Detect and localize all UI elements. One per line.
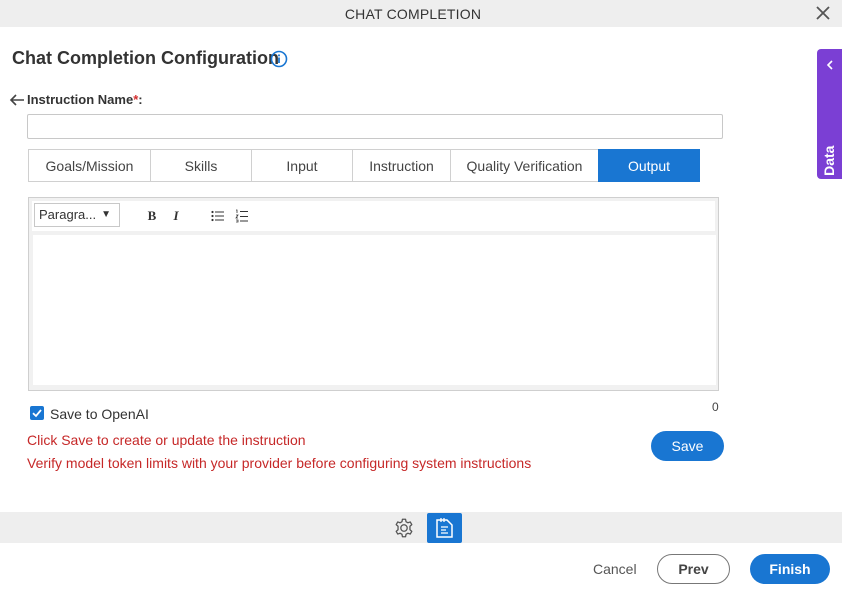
document-icon <box>436 518 453 538</box>
tab-output[interactable]: Output <box>598 149 700 182</box>
checkbox-checked-icon <box>32 409 42 418</box>
cancel-button[interactable]: Cancel <box>593 561 637 577</box>
dropdown-caret-icon: ▼ <box>101 209 111 220</box>
bullet-list-icon <box>211 210 224 222</box>
editor-content-area[interactable] <box>33 235 716 385</box>
tab-goals-mission[interactable]: Goals/Mission <box>28 149 150 182</box>
instruction-tabs: Goals/Mission Skills Input Instruction Q… <box>28 149 700 183</box>
document-view-button[interactable] <box>427 513 462 543</box>
back-arrow-icon[interactable] <box>9 93 25 107</box>
info-icon[interactable] <box>270 50 288 68</box>
token-limit-warning: Verify model token limits with your prov… <box>27 455 532 471</box>
tab-skills[interactable]: Skills <box>150 149 251 182</box>
tab-quality-verification[interactable]: Quality Verification <box>450 149 598 182</box>
save-to-openai-checkbox[interactable] <box>30 406 44 420</box>
dialog-titlebar: CHAT COMPLETION <box>0 0 842 27</box>
italic-button[interactable]: I <box>168 208 184 224</box>
bullet-list-button[interactable] <box>210 208 226 224</box>
instruction-name-input[interactable] <box>27 114 723 139</box>
tab-instruction[interactable]: Instruction <box>352 149 450 182</box>
app-data-panel-toggle[interactable]: App Data <box>817 49 842 207</box>
character-count: 0 <box>712 400 719 414</box>
rich-text-editor: Paragra... ▼ B I <box>28 197 719 391</box>
paragraph-format-select[interactable]: Paragra... ▼ <box>34 203 120 227</box>
app-data-label: App Data <box>821 145 837 207</box>
save-to-openai-label: Save to OpenAI <box>50 406 149 422</box>
finish-button[interactable]: Finish <box>750 554 830 584</box>
instruction-name-label: Instruction Name*: <box>27 92 143 107</box>
tab-input[interactable]: Input <box>251 149 352 182</box>
numbered-list-button[interactable] <box>234 208 250 224</box>
save-button[interactable]: Save <box>651 431 724 461</box>
page-title: Chat Completion Configuration <box>12 48 279 68</box>
editor-toolbar: Paragra... ▼ B I <box>32 201 715 231</box>
paragraph-format-value: Paragra... <box>39 207 97 222</box>
dialog-title: CHAT COMPLETION <box>344 6 482 22</box>
close-icon[interactable] <box>814 4 832 22</box>
gear-icon[interactable] <box>393 517 415 539</box>
numbered-list-icon <box>235 209 248 223</box>
save-hint-message: Click Save to create or update the instr… <box>27 432 306 448</box>
chevron-left-icon <box>826 60 833 70</box>
bottom-toolbar <box>0 512 842 543</box>
bold-button[interactable]: B <box>144 208 160 224</box>
prev-button[interactable]: Prev <box>657 554 730 584</box>
